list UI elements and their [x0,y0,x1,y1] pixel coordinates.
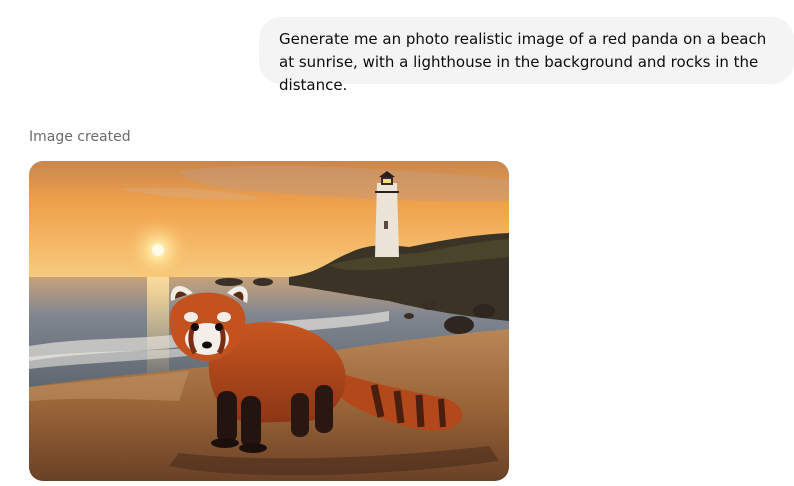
user-message-text: Generate me an photo realistic image of … [279,30,767,94]
lighthouse-icon [375,171,399,257]
user-message-bubble: Generate me an photo realistic image of … [259,17,794,94]
chat-view: Generate me an photo realistic image of … [0,0,794,486]
image-created-label: Image created [29,129,131,145]
red-panda-beach-scene [29,161,509,481]
generated-image[interactable] [29,161,509,481]
